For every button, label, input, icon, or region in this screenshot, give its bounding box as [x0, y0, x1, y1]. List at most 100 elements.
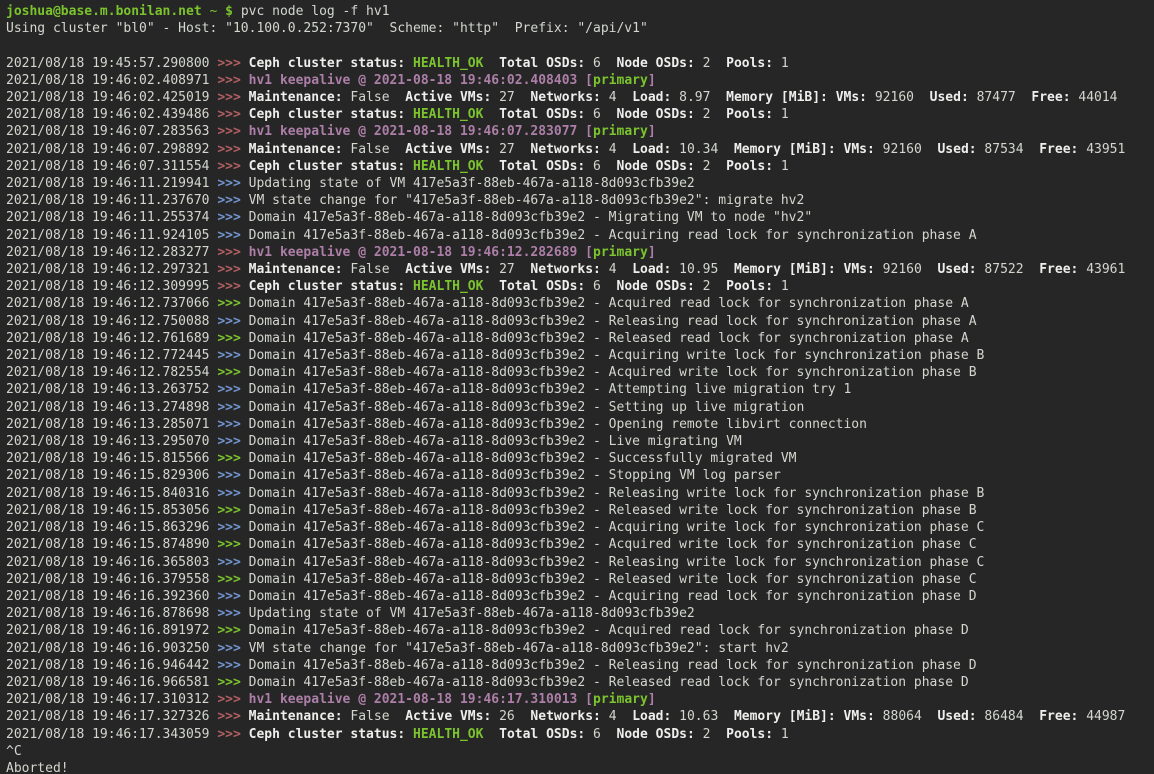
log-timestamp: 2021/08/18 19:46:16.903250: [6, 641, 210, 656]
log-text: Domain 417e5a3f-88eb-467a-a118-8d093cfb3…: [249, 537, 977, 552]
log-marker-green: >>>: [217, 572, 240, 587]
log-marker-blue: >>>: [217, 210, 240, 225]
log-text: primary: [593, 692, 648, 707]
log-line: 2021/08/18 19:46:12.309995 >>> Ceph clus…: [6, 278, 1150, 295]
log-text: Domain 417e5a3f-88eb-467a-a118-8d093cfb3…: [249, 675, 969, 690]
log-text: Domain 417e5a3f-88eb-467a-a118-8d093cfb3…: [249, 296, 969, 311]
log-timestamp: 2021/08/18 19:46:15.840316: [6, 486, 210, 501]
log-text: 8.97: [671, 90, 726, 105]
log-text: Ceph cluster status:: [249, 727, 406, 742]
log-line: 2021/08/18 19:46:12.761689 >>> Domain 41…: [6, 330, 1150, 347]
log-text: [405, 107, 413, 122]
log-text: 2: [695, 159, 726, 174]
log-text: Domain 417e5a3f-88eb-467a-a118-8d093cfb3…: [249, 589, 977, 604]
log-text: 6: [585, 727, 616, 742]
log-text: Ceph cluster status:: [249, 159, 406, 174]
log-line: 2021/08/18 19:45:57.290800 >>> Ceph clus…: [6, 55, 1150, 72]
log-line: 2021/08/18 19:46:12.782554 >>> Domain 41…: [6, 364, 1150, 381]
log-text: Free:: [1039, 262, 1078, 277]
log-timestamp: 2021/08/18 19:46:17.327326: [6, 709, 210, 724]
log-text: Domain 417e5a3f-88eb-467a-a118-8d093cfb3…: [249, 658, 977, 673]
log-text: VMs:: [836, 90, 867, 105]
log-text: Used:: [937, 262, 976, 277]
log-text: 6: [585, 159, 616, 174]
log-text: 2: [695, 56, 726, 71]
log-marker-green: >>>: [217, 296, 240, 311]
log-marker-blue: >>>: [217, 228, 240, 243]
log-text: Maintenance:: [249, 90, 343, 105]
log-marker-red: >>>: [217, 245, 240, 260]
terminal-window[interactable]: joshua@base.m.bonilan.net ~ $ pvc node l…: [0, 0, 1154, 774]
log-line: 2021/08/18 19:46:11.924105 >>> Domain 41…: [6, 227, 1150, 244]
log-timestamp: 2021/08/18 19:46:02.425019: [6, 90, 210, 105]
log-text: Total OSDs:: [499, 279, 585, 294]
log-text: ]: [648, 73, 656, 88]
log-text: Memory [MiB]:: [734, 142, 836, 157]
log-text: 6: [585, 107, 616, 122]
log-text: Domain 417e5a3f-88eb-467a-a118-8d093cfb3…: [249, 365, 977, 380]
log-line: 2021/08/18 19:46:17.310312 >>> hv1 keepa…: [6, 691, 1150, 708]
log-line: 2021/08/18 19:46:13.285071 >>> Domain 41…: [6, 416, 1150, 433]
log-marker-green: >>>: [217, 331, 240, 346]
log-text: Domain 417e5a3f-88eb-467a-a118-8d093cfb3…: [249, 451, 797, 466]
log-text: ]: [648, 124, 656, 139]
log-text: Total OSDs:: [499, 159, 585, 174]
log-marker-blue: >>>: [217, 468, 240, 483]
log-marker-green: >>>: [217, 623, 240, 638]
log-timestamp: 2021/08/18 19:46:12.737066: [6, 296, 210, 311]
log-marker-blue: >>>: [217, 606, 240, 621]
log-text: Pools:: [726, 727, 773, 742]
log-timestamp: 2021/08/18 19:46:07.283563: [6, 124, 210, 139]
log-text: Domain 417e5a3f-88eb-467a-a118-8d093cfb3…: [249, 210, 813, 225]
log-text: [483, 279, 499, 294]
log-marker-red: >>>: [217, 90, 240, 105]
log-line: 2021/08/18 19:46:02.425019 >>> Maintenan…: [6, 89, 1150, 106]
log-line: 2021/08/18 19:46:02.439486 >>> Ceph clus…: [6, 106, 1150, 123]
log-text: 2: [695, 727, 726, 742]
log-text: Used:: [937, 142, 976, 157]
log-text: 92160: [875, 262, 938, 277]
log-line: 2021/08/18 19:46:11.219941 >>> Updating …: [6, 175, 1150, 192]
log-text: 88064: [875, 709, 938, 724]
log-text: [836, 709, 844, 724]
aborted-text: Aborted!: [6, 761, 69, 774]
log-text: 87477: [969, 90, 1032, 105]
log-marker-blue: >>>: [217, 193, 240, 208]
log-text: Pools:: [726, 107, 773, 122]
log-marker-blue: >>>: [217, 641, 240, 656]
log-text: 10.95: [671, 262, 734, 277]
log-text: VM state change for "417e5a3f-88eb-467a-…: [249, 193, 805, 208]
log-timestamp: 2021/08/18 19:46:12.297321: [6, 262, 210, 277]
log-text: 4: [601, 90, 632, 105]
log-timestamp: 2021/08/18 19:46:11.255374: [6, 210, 210, 225]
log-text: 4: [601, 142, 632, 157]
log-text: [828, 90, 836, 105]
log-text: 1: [773, 159, 789, 174]
log-text: False: [343, 90, 406, 105]
log-timestamp: 2021/08/18 19:46:16.966581: [6, 675, 210, 690]
log-marker-blue: >>>: [217, 348, 240, 363]
blank-line: [6, 37, 1150, 54]
log-text: 44014: [1071, 90, 1118, 105]
log-text: HEALTH_OK: [413, 56, 483, 71]
log-text: [836, 262, 844, 277]
log-line: 2021/08/18 19:46:11.255374 >>> Domain 41…: [6, 209, 1150, 226]
log-line: 2021/08/18 19:46:16.891972 >>> Domain 41…: [6, 622, 1150, 639]
cluster-info-line: Using cluster "bl0" - Host: "10.100.0.25…: [6, 20, 1150, 37]
log-marker-blue: >>>: [217, 176, 240, 191]
log-text: Total OSDs:: [499, 107, 585, 122]
log-text: Free:: [1031, 90, 1070, 105]
log-text: [405, 279, 413, 294]
log-text: [483, 159, 499, 174]
log-text: Domain 417e5a3f-88eb-467a-a118-8d093cfb3…: [249, 417, 867, 432]
log-timestamp: 2021/08/18 19:46:16.365803: [6, 555, 210, 570]
log-text: Free:: [1039, 142, 1078, 157]
log-timestamp: 2021/08/18 19:46:16.379558: [6, 572, 210, 587]
log-text: Total OSDs:: [499, 727, 585, 742]
log-text: False: [343, 262, 406, 277]
log-marker-blue: >>>: [217, 520, 240, 535]
log-line: 2021/08/18 19:46:12.297321 >>> Maintenan…: [6, 261, 1150, 278]
log-text: Load:: [632, 90, 671, 105]
log-text: Maintenance:: [249, 142, 343, 157]
log-text: 87522: [977, 262, 1040, 277]
